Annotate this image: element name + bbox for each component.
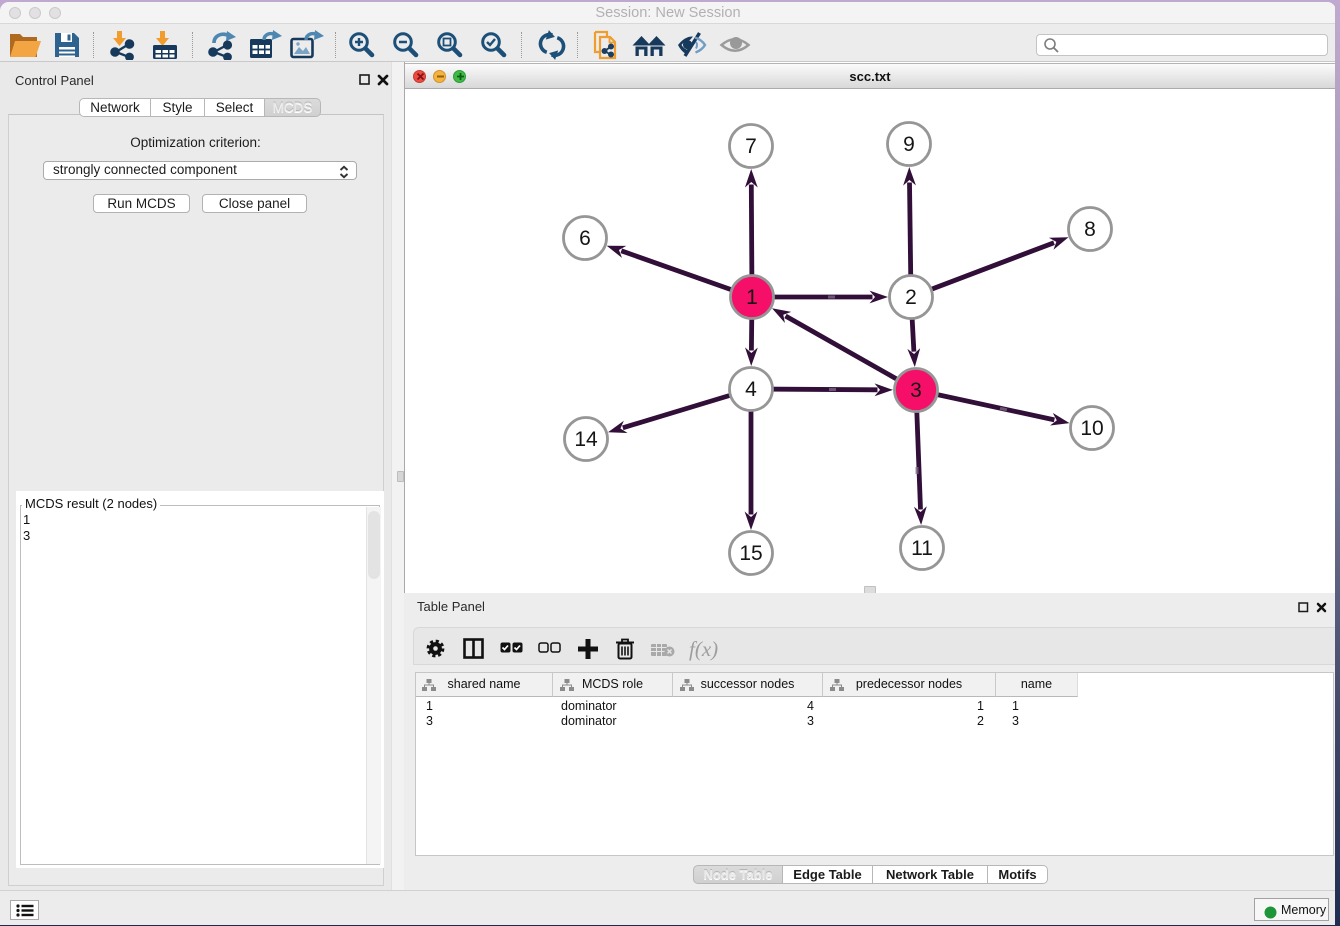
svg-text:3: 3 xyxy=(910,379,922,402)
svg-text:2: 2 xyxy=(905,286,917,309)
svg-text:9: 9 xyxy=(903,133,915,156)
svg-text:10: 10 xyxy=(1080,417,1103,440)
svg-text:4: 4 xyxy=(745,378,757,401)
svg-text:6: 6 xyxy=(579,227,591,250)
svg-text:15: 15 xyxy=(739,542,762,565)
svg-text:1: 1 xyxy=(746,286,758,309)
svg-text:8: 8 xyxy=(1084,218,1096,241)
svg-text:14: 14 xyxy=(574,428,598,451)
svg-text:11: 11 xyxy=(911,537,933,560)
svg-text:7: 7 xyxy=(745,135,757,158)
